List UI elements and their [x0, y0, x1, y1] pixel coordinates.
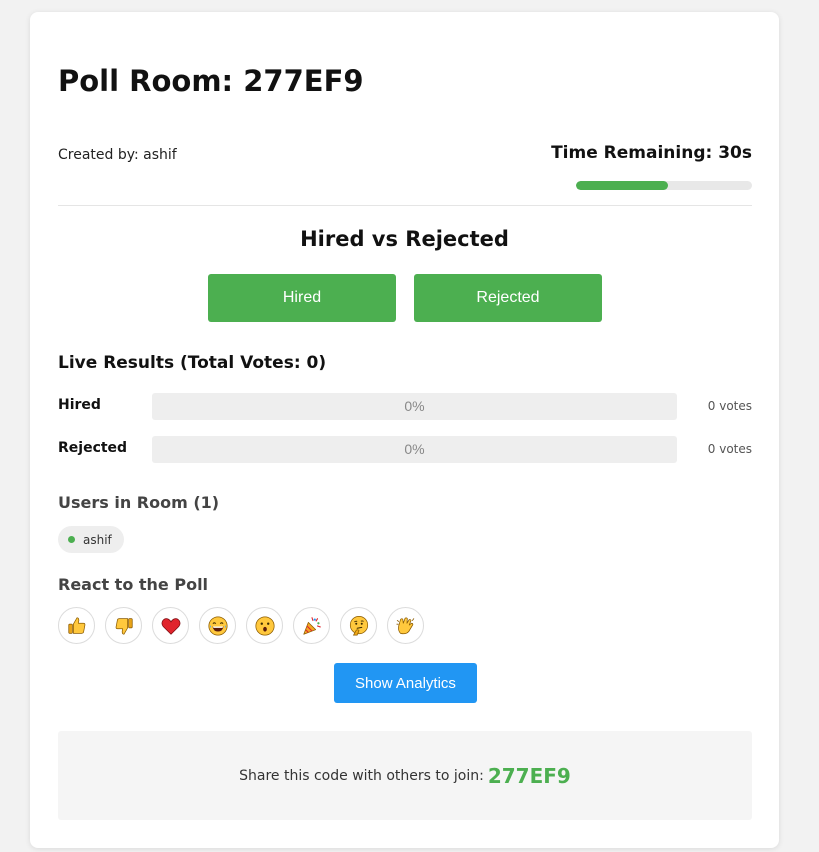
result-vote-count: 0 votes: [707, 442, 752, 456]
room-code: 277EF9: [487, 763, 571, 788]
online-status-icon: [68, 536, 75, 543]
clapping-hands-icon: [395, 616, 414, 634]
result-label: Rejected: [58, 440, 128, 456]
poll-question: Hired vs Rejected: [300, 227, 509, 251]
result-bar: 0%: [152, 436, 677, 463]
timer-progress-bar: [576, 181, 752, 190]
surprised-face-icon: [254, 615, 275, 636]
thinking-face-icon: [349, 615, 368, 636]
result-percent: 0%: [404, 441, 425, 457]
user-chip: ashif: [58, 526, 124, 553]
result-percent: 0%: [404, 398, 425, 414]
divider: [58, 205, 752, 206]
share-instructions: Share this code with others to join:: [239, 767, 484, 784]
heart-reaction-button[interactable]: [152, 607, 189, 644]
time-remaining-label: Time Remaining: 30s: [551, 143, 752, 163]
heart-icon: [161, 617, 180, 635]
poll-room-card: Poll Room: 277EF9 Created by: ashif Time…: [30, 12, 779, 848]
thumbs-up-reaction-button[interactable]: [58, 607, 95, 644]
thumbs-down-icon: [115, 617, 133, 635]
party-popper-icon: [302, 616, 321, 635]
vote-rejected-button[interactable]: Rejected: [414, 274, 602, 322]
surprised-reaction-button[interactable]: [246, 607, 283, 644]
react-heading: React to the Poll: [58, 575, 209, 594]
users-in-room-heading: Users in Room (1): [58, 493, 220, 512]
share-code-box: Share this code with others to join: 277…: [58, 731, 752, 820]
result-vote-count: 0 votes: [707, 399, 752, 413]
page-title: Poll Room: 277EF9: [58, 64, 364, 98]
user-name: ashif: [83, 532, 112, 547]
thumbs-down-reaction-button[interactable]: [105, 607, 142, 644]
live-results-heading: Live Results (Total Votes: 0): [58, 353, 327, 373]
created-by-label: Created by: ashif: [58, 147, 177, 163]
thinking-reaction-button[interactable]: [340, 607, 377, 644]
reaction-bar: [58, 607, 424, 644]
vote-hired-button[interactable]: Hired: [208, 274, 396, 322]
result-row-hired: Hired 0% 0 votes: [58, 393, 752, 420]
result-label: Hired: [58, 397, 101, 413]
party-reaction-button[interactable]: [293, 607, 330, 644]
laughing-reaction-button[interactable]: [199, 607, 236, 644]
result-row-rejected: Rejected 0% 0 votes: [58, 436, 752, 463]
clap-reaction-button[interactable]: [387, 607, 424, 644]
laughing-face-icon: [207, 615, 228, 636]
result-bar: 0%: [152, 393, 677, 420]
thumbs-up-icon: [67, 616, 85, 634]
timer-progress-fill: [576, 181, 668, 190]
show-analytics-button[interactable]: Show Analytics: [334, 663, 477, 703]
